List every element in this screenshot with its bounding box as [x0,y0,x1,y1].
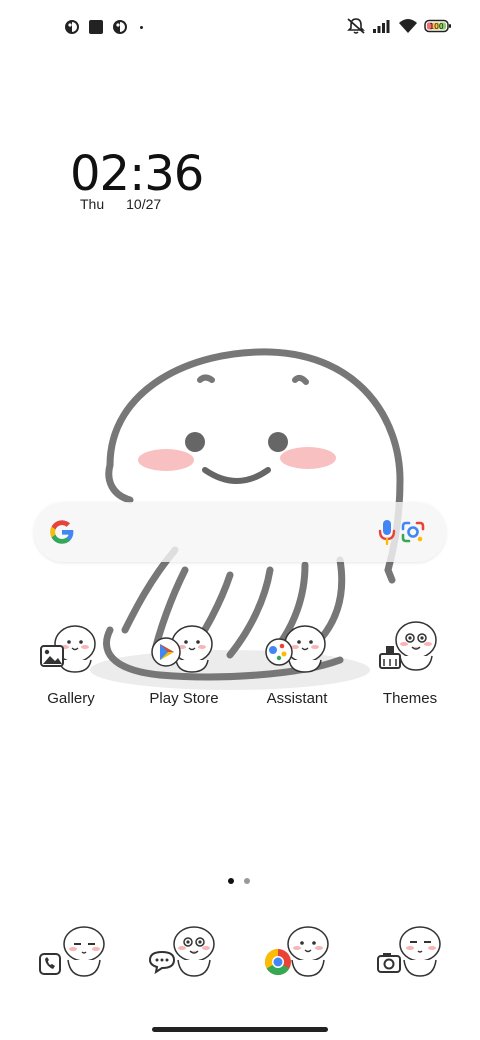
themes-icon [370,616,450,678]
notification-icon [65,20,79,34]
phone-icon [39,926,105,977]
mic-icon[interactable] [378,519,396,545]
app-label: Gallery [47,690,95,707]
mute-icon [347,18,365,34]
app-label: Themes [382,690,438,707]
status-bar: 100 [0,0,480,56]
assistant-icon [257,616,337,678]
clock-time: 02:36 [70,146,204,202]
wifi-icon [399,19,417,33]
camera-icon [377,926,441,977]
home-gesture-bar[interactable] [152,1027,328,1032]
dock-messages[interactable] [148,922,228,984]
more-notifications-dot [140,25,143,29]
chrome-icon [264,926,329,977]
app-assistant[interactable]: Assistant [242,616,352,707]
clock-widget[interactable]: 02:36 Thu 10/27 [70,146,204,212]
status-right-icons: 100 [346,17,452,35]
gallery-icon [31,616,111,678]
app-gallery[interactable]: Gallery [16,616,126,707]
page-indicator[interactable] [228,878,250,884]
google-search-bar[interactable] [34,502,446,562]
app-play-store[interactable]: Play Store [129,616,239,707]
square-notification-icon [89,20,103,34]
app-themes[interactable]: Themes [355,616,465,707]
dock-camera[interactable] [374,922,454,984]
dock-phone[interactable] [36,922,116,984]
svg-text:100: 100 [429,22,444,31]
page-dot [244,878,250,884]
lens-icon[interactable] [400,520,426,544]
play-store-icon [144,616,224,678]
clock-day: Thu [80,196,105,212]
notification-icon [113,20,127,34]
clock-date: 10/27 [126,196,162,212]
app-label: Assistant [266,690,328,707]
google-icon [50,520,74,544]
page-dot-active [228,878,234,884]
status-left-icons [64,19,143,35]
dock-chrome[interactable] [260,922,340,984]
messages-icon [148,926,215,977]
signal-icon [373,20,390,33]
app-label: Play Store [149,690,219,707]
battery-icon: 100 [424,19,451,33]
